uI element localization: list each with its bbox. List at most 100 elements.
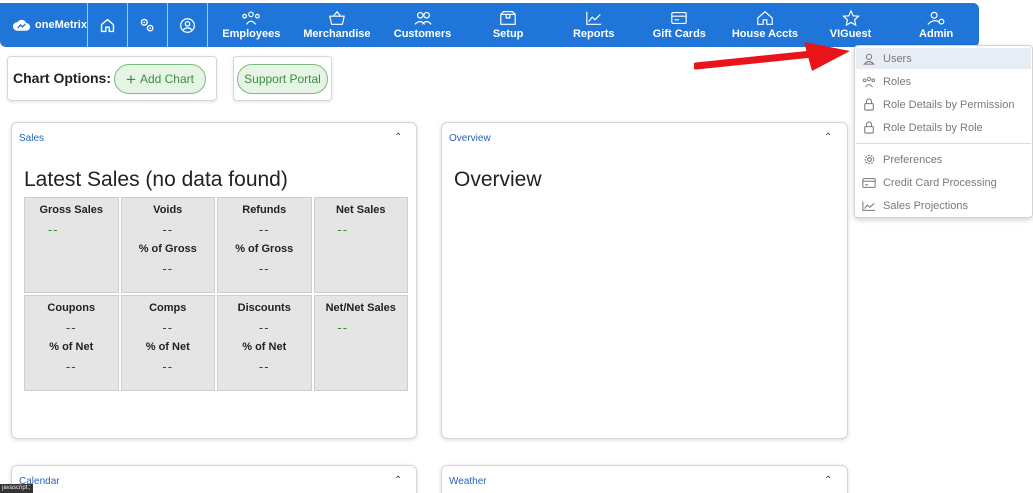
sales-metric-cell: Comps -- % of Net -- [120, 295, 215, 391]
metric-sub-label: % of Net [49, 341, 94, 353]
support-portal-button[interactable]: Support Portal [237, 64, 328, 94]
metric-header: Voids [153, 204, 183, 216]
support-portal-label: Support Portal [244, 72, 321, 86]
metric-value: -- [337, 222, 349, 237]
metric-value: -- [258, 222, 270, 237]
chart-options-box: Chart Options: + Add Chart [7, 56, 217, 101]
user-circle-icon [180, 17, 195, 33]
status-bar-link-preview: javascript:; [0, 484, 33, 493]
menu-divider [856, 143, 1031, 144]
collapse-caret-icon[interactable]: ⌃ [394, 132, 402, 143]
menu-item-label: Role Details by Role [883, 121, 983, 134]
metric-sub-value: -- [258, 261, 270, 276]
chart-line-icon [585, 11, 601, 25]
menu-item-roles[interactable]: Roles [856, 71, 1031, 92]
sales-metric-cell: Gross Sales -- [24, 197, 119, 293]
card-icon [671, 12, 688, 24]
chart-line-icon [861, 200, 877, 212]
menu-item-label: Credit Card Processing [883, 176, 997, 189]
sales-metric-cell: Discounts -- % of Net -- [217, 295, 312, 391]
metric-header: Net/Net Sales [325, 302, 396, 314]
nav-employees[interactable]: Employees [208, 3, 294, 47]
metric-sub-value: -- [258, 359, 270, 374]
customers-icon [413, 11, 432, 25]
sales-metric-cell: Voids -- % of Gross -- [120, 197, 215, 293]
nav-merchandise[interactable]: Merchandise [294, 3, 380, 47]
menu-item-role-details-permission[interactable]: Role Details by Permission [856, 94, 1031, 115]
profile-button[interactable] [168, 3, 209, 47]
cloud-logo-icon [12, 19, 31, 31]
metric-value: -- [65, 320, 77, 335]
nav-employees-label: Employees [222, 28, 281, 40]
overview-panel-title: Overview [449, 133, 491, 144]
overview-panel: Overview ⌃ Overview [441, 122, 848, 439]
nav-house-accts-label: House Accts [731, 28, 799, 40]
metric-value: -- [162, 222, 174, 237]
nav-reports[interactable]: Reports [551, 3, 637, 47]
menu-item-credit-card-processing[interactable]: Credit Card Processing [856, 172, 1031, 193]
metric-header: Comps [149, 302, 187, 314]
setup-box-icon [500, 11, 516, 25]
menu-item-sales-projections[interactable]: Sales Projections [856, 195, 1031, 216]
menu-item-label: Roles [883, 75, 912, 88]
sales-metric-cell: Net/Net Sales -- [313, 295, 408, 391]
collapse-caret-icon[interactable]: ⌃ [824, 475, 832, 486]
menu-item-label: Sales Projections [883, 199, 968, 212]
lock-icon [861, 121, 877, 134]
gears-icon [140, 18, 154, 32]
add-chart-button[interactable]: + Add Chart [114, 64, 206, 94]
employees-icon [242, 11, 261, 25]
sales-heading: Latest Sales (no data found) [24, 168, 288, 191]
app-logo[interactable]: oneMetrix [0, 3, 88, 47]
nav-customers[interactable]: Customers [380, 3, 466, 47]
menu-item-label: Role Details by Permission [883, 98, 1015, 111]
metric-sub-label: % of Net [242, 341, 287, 353]
house-icon [757, 10, 773, 25]
metric-header: Coupons [47, 302, 96, 314]
weather-panel: Weather ⌃ [441, 465, 848, 493]
collapse-caret-icon[interactable]: ⌃ [824, 132, 832, 143]
nav-setup[interactable]: Setup [465, 3, 551, 47]
sales-metric-cell: Net Sales -- [313, 197, 408, 293]
home-icon [100, 18, 115, 32]
plus-icon: + [126, 69, 136, 89]
metric-sub-value: -- [162, 359, 174, 374]
roles-icon [861, 76, 877, 88]
metric-value: -- [47, 222, 59, 237]
metric-value: -- [258, 320, 270, 335]
chart-options-label: Chart Options: [13, 70, 111, 86]
nav-setup-label: Setup [492, 28, 524, 40]
sales-metric-cell: Refunds -- % of Gross -- [217, 197, 312, 293]
overview-heading: Overview [454, 168, 542, 191]
sales-grid: Gross Sales -- Voids -- % of Gross -- Refunds -… [24, 197, 408, 391]
nav-merchandise-label: Merchandise [303, 28, 371, 40]
menu-item-label: Users [883, 52, 912, 65]
basket-icon [328, 10, 345, 25]
admin-user-icon [927, 11, 945, 25]
collapse-caret-icon[interactable]: ⌃ [394, 475, 402, 486]
lock-icon [861, 98, 877, 111]
metric-header: Net Sales [335, 204, 386, 216]
metric-value: -- [337, 320, 349, 335]
metric-sub-value: -- [65, 359, 77, 374]
nav-viguest-label: VIGuest [829, 28, 872, 40]
menu-item-preferences[interactable]: Preferences [856, 149, 1031, 170]
calendar-panel: Calendar ⌃ [11, 465, 417, 493]
home-button[interactable] [88, 3, 128, 47]
settings-button[interactable] [128, 3, 168, 47]
admin-dropdown-menu: Users Roles Role Details by Permission R… [854, 45, 1033, 218]
metric-value: -- [162, 320, 174, 335]
nav-customers-label: Customers [393, 28, 452, 40]
nav-reports-label: Reports [572, 28, 615, 40]
weather-panel-title: Weather [449, 476, 487, 487]
menu-item-role-details-role[interactable]: Role Details by Role [856, 117, 1031, 138]
red-annotation-arrow-icon [694, 42, 850, 71]
add-chart-label: Add Chart [139, 72, 194, 86]
star-icon [841, 10, 860, 26]
menu-item-users[interactable]: Users [856, 48, 1031, 69]
metric-header: Discounts [237, 302, 291, 314]
gear-icon [861, 153, 877, 166]
metric-sub-label: % of Gross [235, 243, 294, 255]
credit-card-icon [861, 177, 877, 189]
nav-admin[interactable]: Admin [893, 3, 979, 47]
